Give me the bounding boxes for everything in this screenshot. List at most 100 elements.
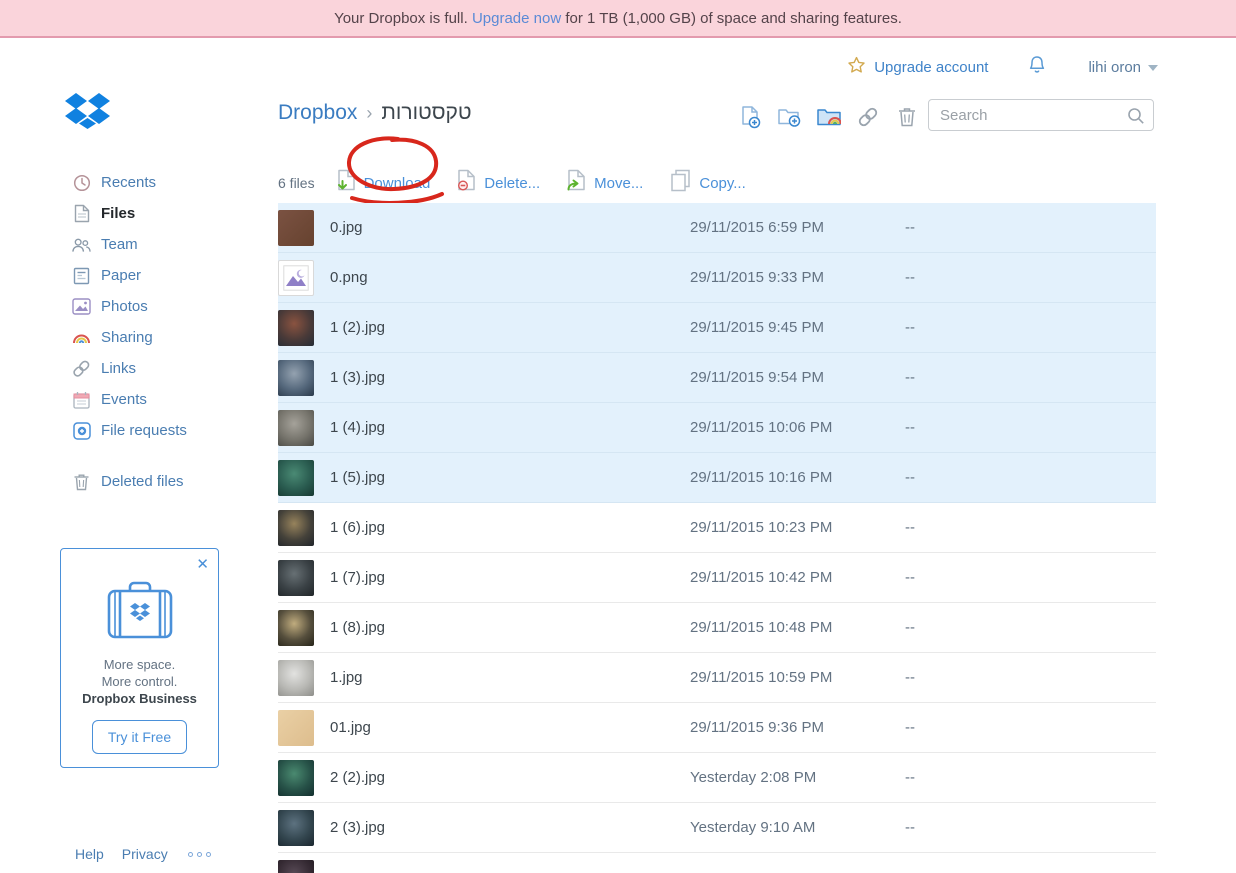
file-thumbnail — [278, 659, 314, 696]
trash-icon — [72, 472, 91, 491]
file-thumbnail — [278, 609, 314, 646]
file-request-icon — [72, 421, 91, 440]
paperclip-icon[interactable] — [856, 105, 880, 129]
copy-button[interactable]: Copy... — [670, 169, 746, 197]
file-thumbnail — [278, 559, 314, 596]
sidebar-item-paper[interactable]: Paper — [72, 260, 262, 291]
file-name: 1.jpg — [330, 669, 363, 686]
sidebar-item-sharing[interactable]: Sharing — [72, 322, 262, 353]
sidebar-item-deleted-files[interactable]: Deleted files — [72, 466, 262, 497]
file-row[interactable] — [278, 853, 1156, 873]
sidebar-item-links[interactable]: Links — [72, 353, 262, 384]
sidebar-item-label: Recents — [101, 174, 157, 191]
file-thumbnail — [278, 509, 314, 546]
sidebar-item-label: Team — [101, 236, 138, 253]
file-size: -- — [905, 569, 915, 586]
toolbar-button-label: Download — [363, 174, 431, 192]
move-button[interactable]: Move... — [567, 169, 643, 197]
new-folder-button[interactable] — [778, 105, 802, 129]
upload-file-button[interactable] — [739, 105, 763, 129]
folder-actions — [739, 105, 919, 129]
download-button[interactable]: Download — [337, 169, 431, 197]
sidebar-item-team[interactable]: Team — [72, 229, 262, 260]
team-icon — [72, 235, 91, 254]
search-icon[interactable] — [1127, 107, 1145, 130]
delete-file-icon — [457, 169, 476, 197]
file-thumbnail — [278, 459, 314, 496]
file-thumbnail — [278, 709, 314, 746]
toolbar-button-label: Copy... — [699, 174, 746, 192]
file-row[interactable]: 2 (3).jpg Yesterday 9:10 AM -- — [278, 803, 1156, 853]
sidebar-item-events[interactable]: Events — [72, 384, 262, 415]
file-modified-date: Yesterday 2:08 PM — [690, 769, 817, 786]
file-modified-date: 29/11/2015 10:48 PM — [690, 619, 833, 636]
file-size: -- — [905, 369, 915, 386]
sidebar-item-label: Deleted files — [101, 473, 184, 490]
file-size: -- — [905, 669, 915, 686]
promo-line3: Dropbox Business — [82, 691, 197, 706]
account-menu-button[interactable]: lihi oron — [1088, 59, 1158, 76]
briefcase-dropbox-icon — [61, 579, 218, 646]
sidebar-item-recents[interactable]: Recents — [72, 167, 262, 198]
upgrade-account-link[interactable]: Upgrade account — [847, 56, 988, 78]
file-modified-date: Yesterday 9:10 AM — [690, 819, 816, 836]
shared-folder-button[interactable] — [817, 105, 841, 129]
file-row[interactable]: 1 (5).jpg 29/11/2015 10:16 PM -- — [278, 453, 1156, 503]
file-size: -- — [905, 719, 915, 736]
file-row[interactable]: 1 (8).jpg 29/11/2015 10:48 PM -- — [278, 603, 1156, 653]
help-link[interactable]: Help — [75, 846, 104, 862]
sidebar-nav: Recents Files Team Paper Photos Sharing Links E… — [72, 167, 262, 497]
file-modified-date: 29/11/2015 9:54 PM — [690, 369, 824, 386]
search-input[interactable] — [929, 100, 1153, 130]
file-name: 1 (6).jpg — [330, 519, 386, 536]
file-size: -- — [905, 519, 915, 536]
privacy-link[interactable]: Privacy — [122, 846, 168, 862]
file-row[interactable]: 1 (3).jpg 29/11/2015 9:54 PM -- — [278, 353, 1156, 403]
file-name: 1 (3).jpg — [330, 369, 386, 386]
file-row[interactable]: 2 (2).jpg Yesterday 2:08 PM -- — [278, 753, 1156, 803]
file-thumbnail — [278, 809, 314, 846]
quota-banner: Your Dropbox is full. Upgrade now for 1 … — [0, 0, 1236, 38]
file-name: 1 (2).jpg — [330, 319, 386, 336]
file-row[interactable]: 0.png 29/11/2015 9:33 PM -- — [278, 253, 1156, 303]
file-row[interactable]: 01.jpg 29/11/2015 9:36 PM -- — [278, 703, 1156, 753]
try-it-free-button[interactable]: Try it Free — [91, 720, 188, 754]
sidebar-item-label: Sharing — [101, 329, 153, 346]
calendar-icon — [72, 390, 91, 409]
banner-text-before: Your Dropbox is full. — [334, 10, 472, 27]
file-name: 1 (5).jpg — [330, 469, 386, 486]
sidebar-footer: Help Privacy — [75, 846, 211, 862]
file-name: 2 (3).jpg — [330, 819, 386, 836]
breadcrumb-root-link[interactable]: Dropbox — [278, 101, 357, 125]
notifications-bell-button[interactable] — [1028, 55, 1046, 79]
file-row[interactable]: 1 (6).jpg 29/11/2015 10:23 PM -- — [278, 503, 1156, 553]
file-row[interactable]: 1 (4).jpg 29/11/2015 10:06 PM -- — [278, 403, 1156, 453]
file-row[interactable]: 1 (7).jpg 29/11/2015 10:42 PM -- — [278, 553, 1156, 603]
download-file-icon — [337, 169, 356, 197]
close-icon[interactable]: ✕ — [196, 557, 209, 572]
trash-icon[interactable] — [895, 105, 919, 129]
upgrade-account-label: Upgrade account — [874, 58, 989, 76]
sidebar-item-photos[interactable]: Photos — [72, 291, 262, 322]
promo-line1: More space. — [103, 657, 176, 672]
file-modified-date: 29/11/2015 10:59 PM — [690, 669, 833, 686]
sidebar-item-label: Paper — [101, 267, 142, 284]
file-thumbnail — [278, 259, 314, 296]
sidebar-item-files[interactable]: Files — [72, 198, 262, 229]
chevron-down-icon — [1148, 65, 1158, 71]
file-name: 1 (8).jpg — [330, 619, 386, 636]
toolbar-button-label: Move... — [594, 174, 644, 192]
selection-toolbar: 6 files Download Delete... Move... Copy... — [278, 167, 773, 199]
banner-upgrade-link[interactable]: Upgrade now — [472, 10, 561, 27]
file-row[interactable]: 1.jpg 29/11/2015 10:59 PM -- — [278, 653, 1156, 703]
delete-button[interactable]: Delete... — [457, 169, 540, 197]
file-row[interactable]: 1 (2).jpg 29/11/2015 9:45 PM -- — [278, 303, 1156, 353]
file-name: 0.png — [330, 269, 368, 286]
dropbox-logo[interactable] — [64, 92, 111, 134]
file-row[interactable]: 0.jpg 29/11/2015 6:59 PM -- — [278, 203, 1156, 253]
chevron-right-icon: › — [366, 102, 373, 123]
file-size: -- — [905, 419, 915, 436]
copy-file-icon — [670, 169, 691, 197]
sidebar-item-file-requests[interactable]: File requests — [72, 415, 262, 446]
more-options-icon[interactable] — [187, 851, 211, 857]
